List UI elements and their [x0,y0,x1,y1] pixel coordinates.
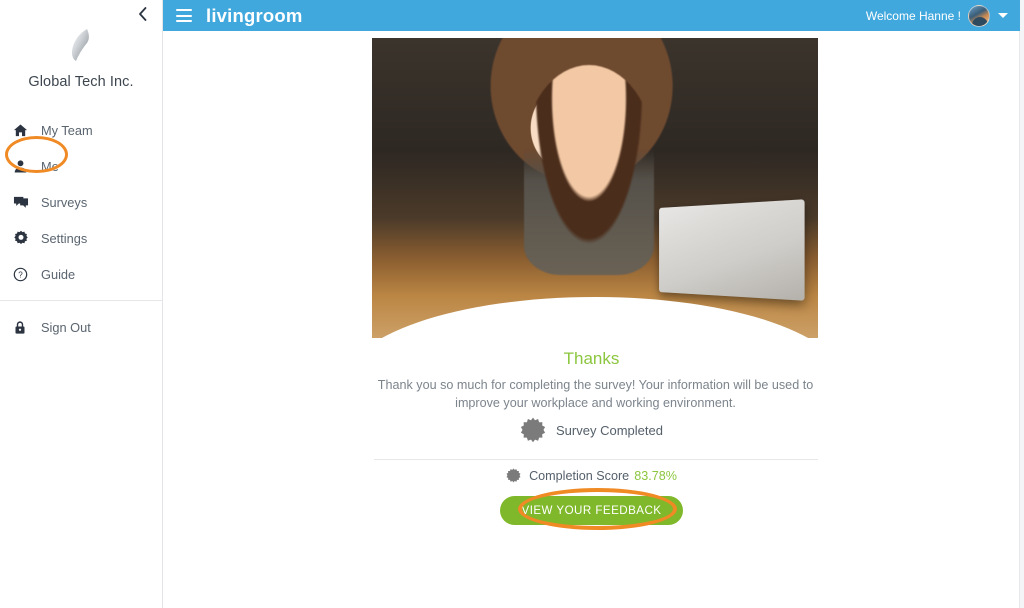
sidebar-item-label: My Team [41,122,93,138]
chevron-left-icon [138,7,146,21]
sidebar-item-surveys[interactable]: Surveys [0,184,162,220]
lock-icon [13,317,35,337]
app-root: Global Tech Inc. My Team Me Surveys Sett… [0,0,1024,608]
svg-text:?: ? [18,270,23,279]
person-icon [13,156,35,176]
page-title: Thanks [563,349,620,368]
thanks-message: Thank you so much for completing the sur… [377,378,814,411]
hero-photo [372,38,818,338]
sidebar-nav: My Team Me Surveys Settings ? Guide Sign… [0,112,163,345]
sidebar-item-me[interactable]: Me [0,148,162,184]
avatar[interactable] [968,4,990,27]
sidebar: Global Tech Inc. My Team Me Surveys Sett… [0,0,163,608]
topbar-user-area[interactable]: Welcome Hanne ! [865,4,1008,27]
sidebar-item-settings[interactable]: Settings [0,220,162,256]
completion-score-label: Completion Score [529,468,630,483]
topbar: livingroom Welcome Hanne ! [163,0,1020,31]
sidebar-item-label: Me [41,158,59,174]
feather-logo [58,22,104,68]
app-logo-text: livingroom [206,4,303,26]
welcome-message: Welcome Hanne ! [865,8,961,23]
right-gutter [1020,0,1024,608]
completion-score-value: 83.78% [634,468,677,483]
survey-completed-row: Survey Completed [163,417,1020,443]
completion-score-row: Completion Score 83.78% [163,468,1020,483]
sidebar-collapse-button[interactable] [132,4,152,24]
hamburger-icon[interactable] [176,9,192,22]
sidebar-item-guide[interactable]: ? Guide [0,256,162,292]
sidebar-item-label: Sign Out [41,319,91,335]
main-content: Thanks Thank you so much for completing … [163,31,1020,608]
chat-bubbles-icon [13,192,35,212]
starburst-badge-icon [506,468,521,483]
view-your-feedback-button[interactable]: VIEW YOUR FEEDBACK [499,496,684,525]
brand-name: Global Tech Inc. [28,74,134,90]
chevron-down-icon[interactable] [998,13,1008,18]
sidebar-item-sign-out[interactable]: Sign Out [0,309,162,345]
feedback-button-wrap: VIEW YOUR FEEDBACK [163,496,1020,525]
sidebar-item-my-team[interactable]: My Team [0,112,162,148]
home-icon [13,120,35,140]
survey-completed-label: Survey Completed [556,422,663,438]
sidebar-item-label: Guide [41,266,76,282]
sidebar-divider [0,300,163,301]
section-divider [374,459,818,460]
sidebar-item-label: Surveys [41,194,88,210]
hero-image [372,38,818,338]
starburst-badge-icon [520,417,546,443]
sidebar-item-label: Settings [41,230,88,246]
gear-icon [13,228,35,248]
question-circle-icon: ? [13,264,35,284]
